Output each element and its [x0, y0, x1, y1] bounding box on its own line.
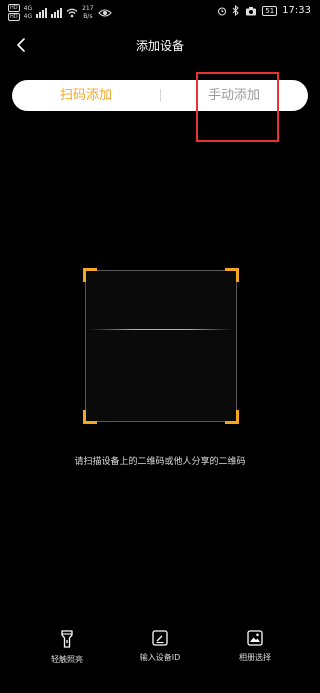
network-speed-unit: B/s [83, 13, 93, 20]
network-type-label: 4G [23, 5, 33, 12]
scan-line [89, 329, 233, 330]
network-speed-value: 217 [82, 5, 94, 12]
signal-icon [51, 7, 63, 18]
camera-icon [246, 6, 257, 15]
scan-frame-corner [225, 268, 239, 282]
wifi-icon [66, 8, 78, 17]
input-device-id-button[interactable]: 输入设备ID [120, 629, 200, 663]
battery-icon: 51 [262, 5, 278, 16]
album-select-label: 相册选择 [239, 653, 271, 662]
scan-area [85, 270, 237, 422]
input-device-id-label: 输入设备ID [139, 653, 181, 662]
alarm-icon [218, 7, 227, 15]
scan-frame-corner [83, 410, 97, 424]
scan-hint: 请扫描设备上的二维码或他人分享的二维码 [74, 457, 246, 467]
network-speed: 217 B/s [82, 5, 93, 20]
flashlight-icon [61, 630, 73, 648]
hd-indicators: HD HD [8, 4, 20, 21]
hd-badge: HD [8, 13, 20, 21]
flashlight-label: 轻触照亮 [51, 655, 83, 664]
scan-frame-corner [225, 410, 239, 424]
network-type: 4G 4G [24, 5, 32, 20]
flashlight-button[interactable]: 轻触照亮 [27, 629, 107, 665]
scan-frame-corner [83, 268, 97, 282]
highlight-box [196, 72, 279, 142]
status-left: HD HD 4G 4G 217 B/s [8, 4, 112, 21]
clock: 17:33 [282, 5, 311, 16]
bluetooth-icon [232, 5, 239, 16]
status-bar: HD HD 4G 4G 217 B/s 51 17:33 [0, 0, 320, 26]
page-title: 添加设备 [135, 39, 184, 53]
tab-scan-add[interactable]: 扫码添加 [12, 80, 160, 111]
image-icon [247, 630, 263, 646]
signal-icon [36, 7, 48, 18]
status-right: 51 17:33 [217, 5, 311, 16]
edit-icon [152, 630, 168, 646]
network-type-label: 4G [23, 13, 33, 20]
album-select-button[interactable]: 相册选择 [215, 629, 295, 663]
hd-badge: HD [8, 4, 20, 12]
eye-icon [97, 8, 112, 17]
